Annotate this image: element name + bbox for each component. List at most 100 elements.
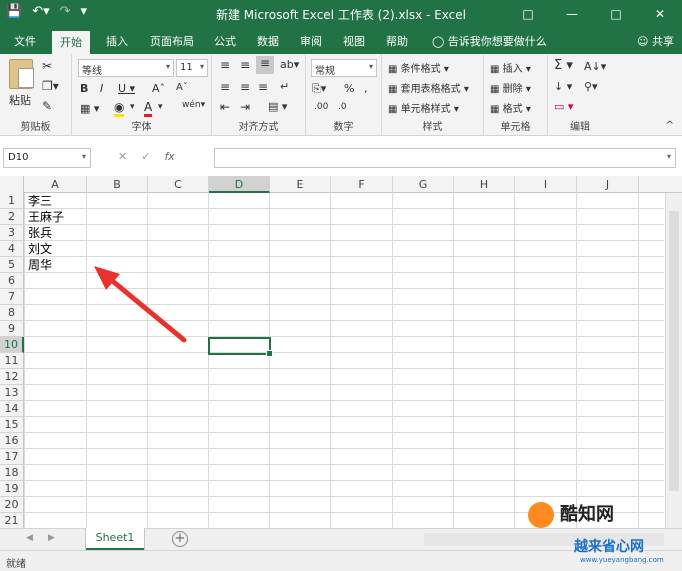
align-right-icon[interactable]: ≡ — [258, 80, 268, 94]
cell-a3[interactable]: 张兵 — [28, 225, 52, 241]
number-format-dropdown[interactable]: 常规 ▾ — [311, 59, 377, 77]
chevron-down-icon[interactable]: ▾ — [158, 102, 163, 112]
column-header-d[interactable]: D — [209, 176, 270, 193]
format-painter-icon[interactable]: ✎ — [42, 99, 52, 113]
fill-icon[interactable]: ↓ ▾ — [554, 80, 572, 93]
tab-formulas[interactable]: 公式 — [214, 33, 236, 49]
insert-cells-button[interactable]: ▦ 插入 ▾ — [490, 60, 531, 75]
paste-icon[interactable] — [9, 59, 34, 89]
tab-help[interactable]: 帮助 — [386, 33, 408, 49]
vertical-scrollbar[interactable] — [665, 193, 682, 528]
copy-icon[interactable]: ❐▾ — [42, 79, 59, 93]
row-header-1[interactable]: 1 — [0, 193, 24, 209]
row-header-5[interactable]: 5 — [0, 257, 24, 273]
format-cells-button[interactable]: ▦ 格式 ▾ — [490, 100, 531, 115]
cell-a5[interactable]: 周华 — [28, 257, 52, 273]
prev-sheet-icon[interactable]: ◀ — [26, 533, 33, 543]
row-header-7[interactable]: 7 — [0, 289, 24, 305]
tab-home[interactable]: 开始 — [52, 31, 90, 54]
row-header-11[interactable]: 11 — [0, 353, 24, 369]
row-header-19[interactable]: 19 — [0, 481, 24, 497]
next-sheet-icon[interactable]: ▶ — [48, 533, 55, 543]
bold-button[interactable]: B — [80, 82, 88, 95]
align-top-icon[interactable]: ≡ — [220, 58, 230, 72]
paste-button[interactable]: 粘贴 — [9, 92, 31, 108]
close-icon[interactable]: ✕ — [638, 0, 682, 28]
column-header-a[interactable]: A — [24, 176, 87, 193]
row-header-15[interactable]: 15 — [0, 417, 24, 433]
fill-color-icon[interactable]: ◉ — [114, 100, 125, 117]
row-header-14[interactable]: 14 — [0, 401, 24, 417]
formula-input[interactable]: ▾ — [214, 148, 676, 168]
italic-button[interactable]: I — [100, 82, 103, 95]
decrease-indent-icon[interactable]: ⇤ — [220, 100, 230, 114]
font-name-dropdown[interactable]: 等线 ▾ — [78, 59, 174, 77]
row-header-6[interactable]: 6 — [0, 273, 24, 289]
align-left-icon[interactable]: ≡ — [220, 80, 230, 94]
active-cell-d10[interactable] — [208, 337, 273, 357]
tab-data[interactable]: 数据 — [257, 33, 279, 49]
cut-icon[interactable]: ✂ — [42, 59, 52, 73]
select-all-corner[interactable] — [0, 176, 24, 193]
wrap-text-icon[interactable]: ↵ — [280, 80, 289, 93]
cell-styles-button[interactable]: ▦ 单元格样式 ▾ — [388, 100, 459, 115]
orientation-icon[interactable]: ab▾ — [280, 58, 299, 71]
increase-decimal-icon[interactable]: .00 — [314, 102, 328, 112]
insert-function-icon[interactable]: fx — [164, 150, 174, 163]
accounting-icon[interactable]: ⎘▾ — [312, 82, 326, 96]
maximize-icon[interactable]: □ — [594, 0, 638, 28]
increase-indent-icon[interactable]: ⇥ — [240, 100, 250, 114]
decrease-font-icon[interactable]: Aˇ — [176, 82, 188, 93]
align-middle-icon[interactable]: ≡ — [240, 58, 250, 72]
sort-filter-icon[interactable]: A↓▾ — [584, 60, 606, 73]
ribbon-display-icon[interactable]: □ — [506, 0, 550, 28]
percent-icon[interactable]: % — [344, 82, 354, 95]
find-select-icon[interactable]: ⚲▾ — [584, 80, 598, 93]
comma-icon[interactable]: , — [364, 82, 368, 95]
column-header-e[interactable]: E — [270, 176, 331, 193]
tab-file[interactable]: 文件 — [14, 33, 36, 49]
share-button[interactable]: ☺ 共享 — [637, 33, 674, 49]
tab-insert[interactable]: 插入 — [106, 33, 128, 49]
row-header-2[interactable]: 2 — [0, 209, 24, 225]
merge-center-icon[interactable]: ▤ ▾ — [268, 100, 287, 113]
row-header-4[interactable]: 4 — [0, 241, 24, 257]
cancel-icon[interactable]: ✕ — [118, 150, 127, 163]
worksheet-grid[interactable]: ABCDEFGHIJ 1 2 3 4 5 6 7 8 9 10 11 12 13 14 15 16 17 18 19… — [0, 176, 682, 528]
row-header-10[interactable]: 10 — [0, 337, 24, 353]
name-box[interactable]: D10 ▾ — [3, 148, 91, 168]
tell-me-search[interactable]: ◯ 告诉我你想要做什么 — [432, 33, 547, 49]
align-center-icon[interactable]: ≡ — [240, 80, 250, 94]
collapse-ribbon-icon[interactable]: ^ — [666, 120, 674, 131]
row-header-8[interactable]: 8 — [0, 305, 24, 321]
font-color-icon[interactable]: A — [144, 100, 153, 117]
phonetic-icon[interactable]: wén▾ — [182, 100, 205, 110]
scroll-thumb[interactable] — [669, 211, 679, 491]
underline-button[interactable]: U ▾ — [118, 82, 135, 95]
column-header-f[interactable]: F — [331, 176, 393, 193]
tab-review[interactable]: 审阅 — [300, 33, 322, 49]
row-header-9[interactable]: 9 — [0, 321, 24, 337]
align-bottom-icon[interactable]: ≡ — [256, 56, 274, 74]
tab-page-layout[interactable]: 页面布局 — [150, 33, 194, 49]
column-header-b[interactable]: B — [87, 176, 148, 193]
delete-cells-button[interactable]: ▦ 删除 ▾ — [490, 80, 531, 95]
row-header-16[interactable]: 16 — [0, 433, 24, 449]
column-header-c[interactable]: C — [148, 176, 209, 193]
row-header-21[interactable]: 21 — [0, 513, 24, 528]
clear-icon[interactable]: ▭ ▾ — [554, 100, 573, 113]
decrease-decimal-icon[interactable]: .0 — [338, 102, 347, 112]
column-header-i[interactable]: I — [515, 176, 577, 193]
add-sheet-icon[interactable]: + — [172, 531, 188, 547]
column-header-g[interactable]: G — [393, 176, 454, 193]
conditional-format-button[interactable]: ▦ 条件格式 ▾ — [388, 60, 449, 75]
cell-a1[interactable]: 李三 — [28, 193, 52, 209]
cell-a4[interactable]: 刘文 — [28, 241, 52, 257]
autosum-icon[interactable]: Σ ▾ — [554, 58, 573, 73]
chevron-down-icon[interactable]: ▾ — [130, 102, 135, 112]
format-as-table-button[interactable]: ▦ 套用表格格式 ▾ — [388, 80, 469, 95]
row-header-20[interactable]: 20 — [0, 497, 24, 513]
column-header-j[interactable]: J — [577, 176, 639, 193]
minimize-icon[interactable]: — — [550, 0, 594, 28]
column-header-h[interactable]: H — [454, 176, 515, 193]
